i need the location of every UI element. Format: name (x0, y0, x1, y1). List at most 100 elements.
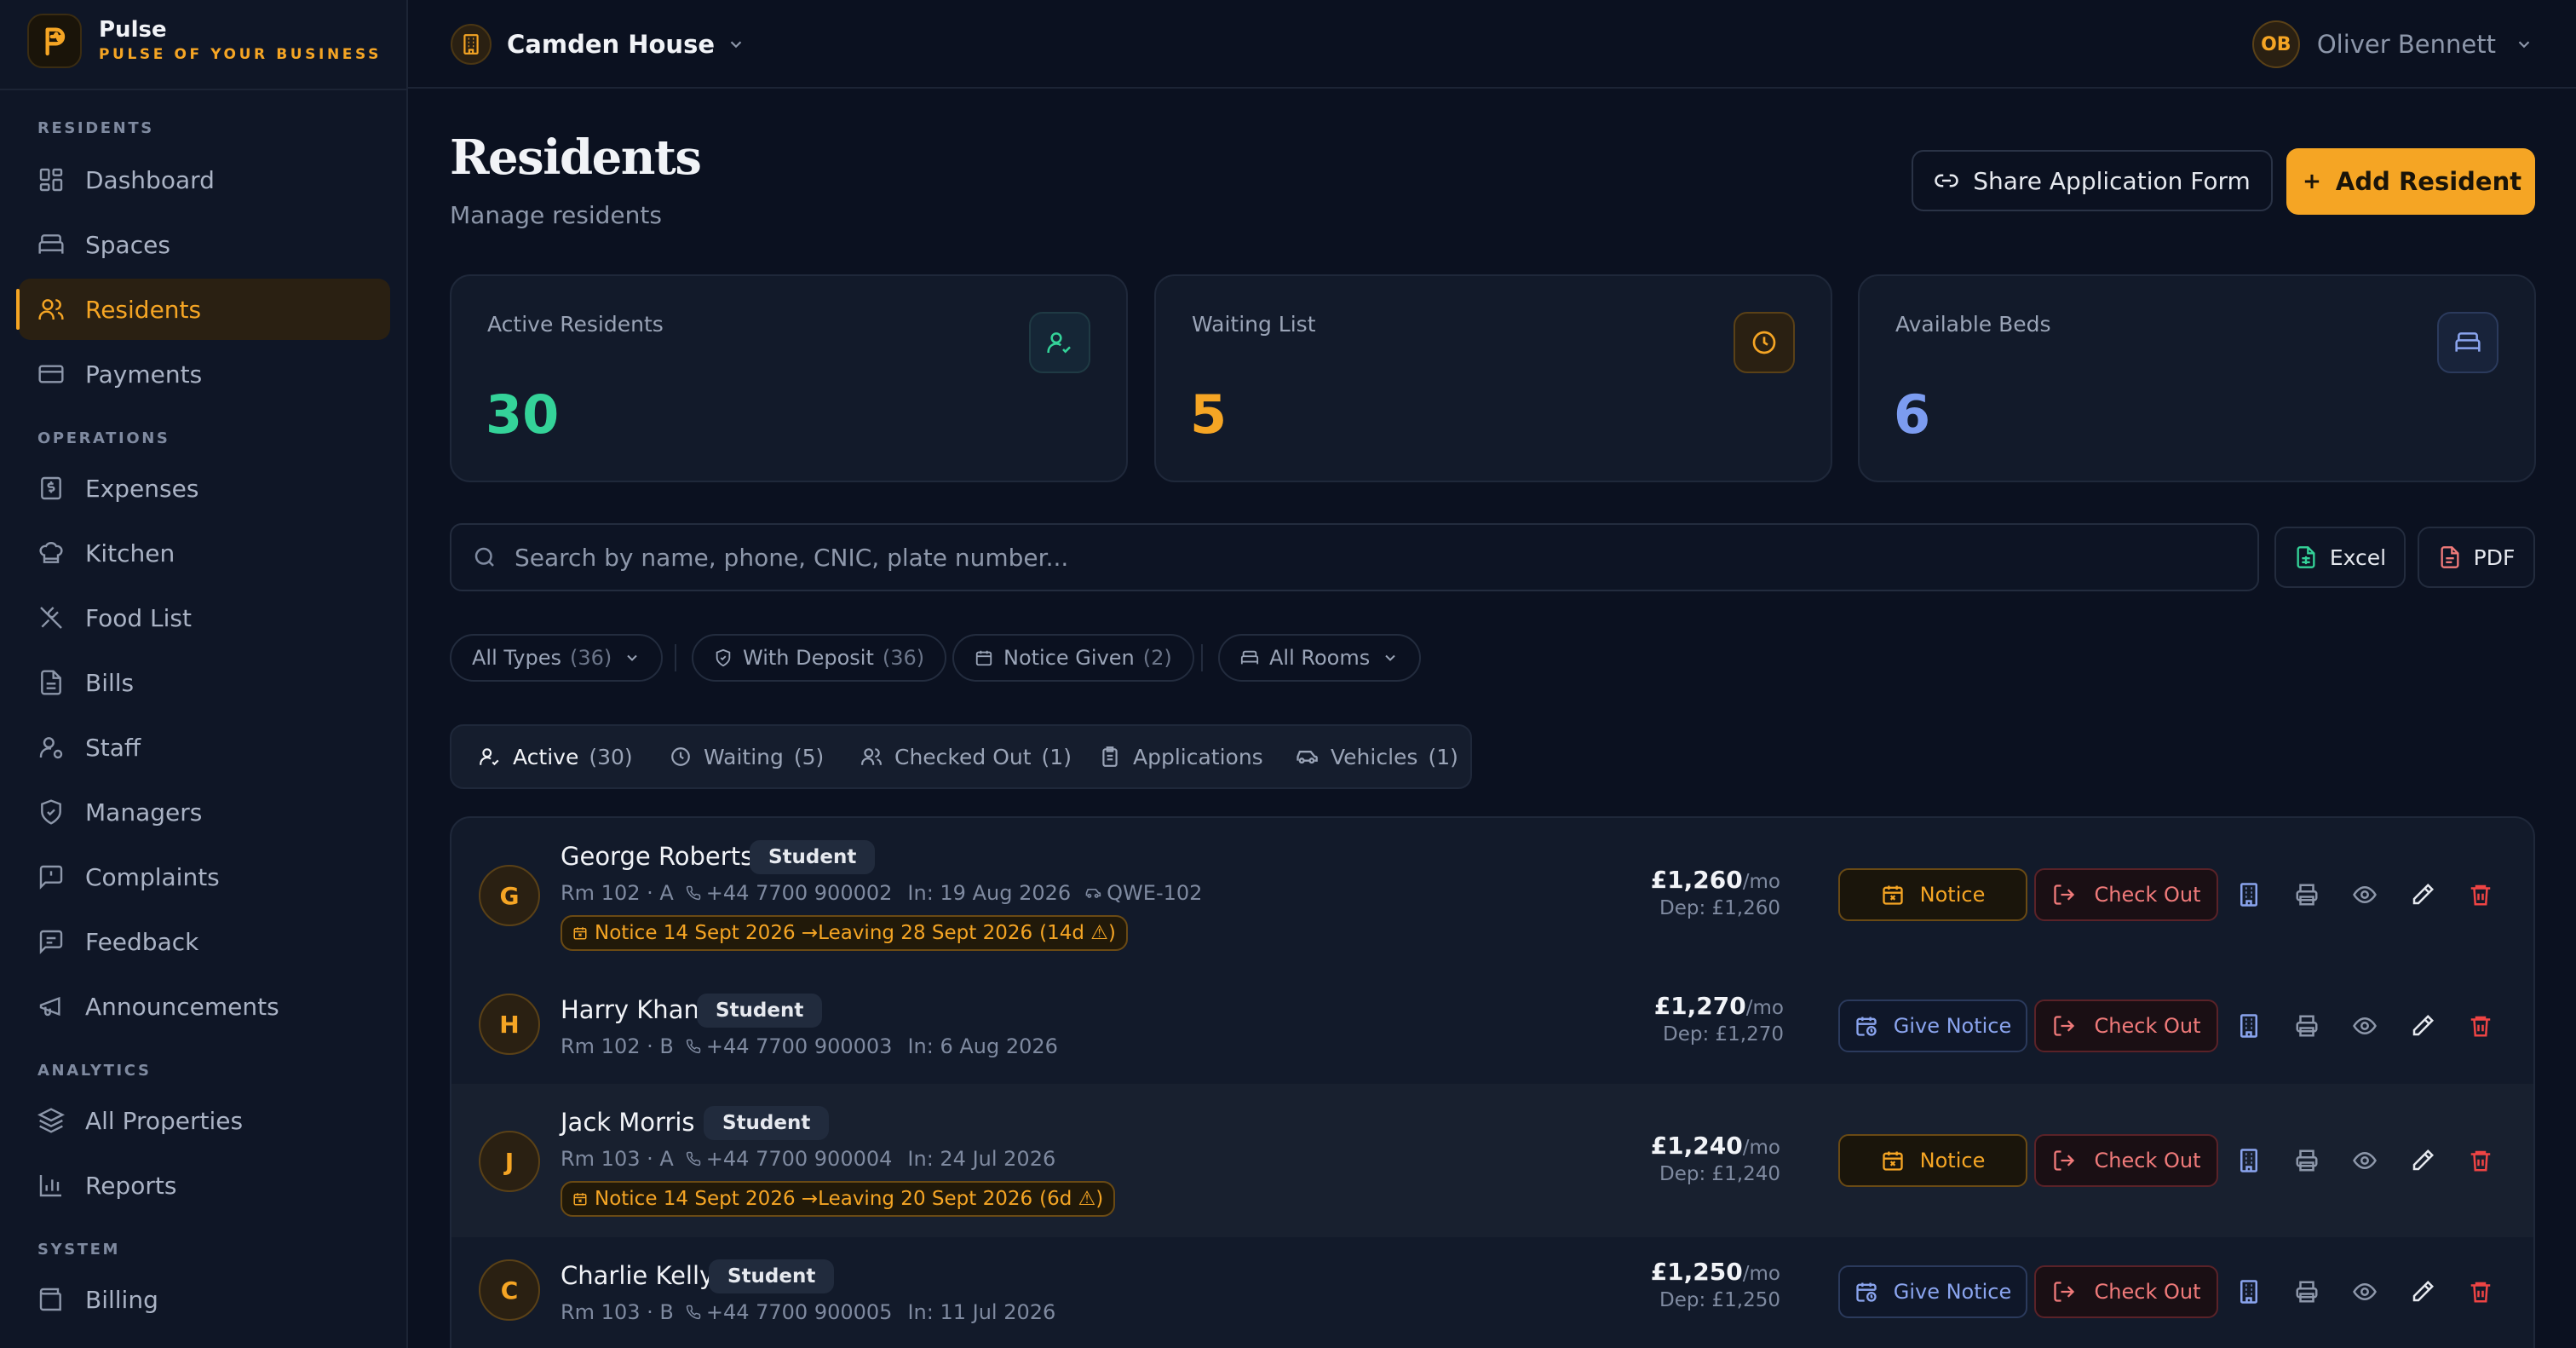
export-excel-button[interactable]: Excel (2274, 527, 2406, 588)
search-input[interactable] (515, 543, 2133, 572)
avatar: J (479, 1131, 540, 1192)
stat-card-active-residents: Active Residents 30 (450, 274, 1128, 482)
phone: +44 7700 900004 (705, 1147, 893, 1171)
share-application-form-button[interactable]: Share Application Form (1912, 150, 2273, 211)
filter-all-rooms[interactable]: All Rooms (1218, 634, 1422, 682)
edit-icon[interactable] (2406, 1143, 2440, 1178)
list-item[interactable]: C Charlie Kelly Student Rm 103 · B +44 7… (451, 1237, 2533, 1348)
print-icon[interactable] (2290, 1009, 2324, 1043)
edit-icon[interactable] (2406, 878, 2440, 912)
share-label: Share Application Form (1973, 166, 2251, 195)
building-icon[interactable] (2232, 1009, 2266, 1043)
sidebar-item-complaints[interactable]: Complaints (19, 846, 390, 907)
building-icon[interactable] (2232, 1275, 2266, 1309)
sidebar-item-payments[interactable]: Payments (19, 343, 390, 405)
check-out-button[interactable]: Check Out (2034, 1265, 2218, 1318)
notice-button[interactable]: Notice (1838, 868, 2027, 921)
check-in-date: In: 11 Jul 2026 (907, 1300, 1056, 1324)
building-icon[interactable] (2232, 1143, 2266, 1178)
delete-icon[interactable] (2464, 878, 2498, 912)
rent-block: £1,270/mo Dep: £1,270 (1654, 992, 1784, 1046)
sidebar-item-label: Feedback (85, 927, 199, 956)
stat-value: 30 (486, 383, 560, 446)
notice-days: (14d ⚠) (1039, 922, 1116, 944)
car-icon (1297, 751, 1318, 764)
user-menu[interactable]: OB Oliver Bennett (2251, 20, 2533, 68)
sidebar-item-expenses[interactable]: Expenses (19, 458, 390, 519)
filter-count: (36) (882, 646, 925, 670)
receipt-icon (41, 476, 61, 500)
sidebar-item-label: Payments (85, 360, 203, 389)
brand[interactable]: Pulse PULSE OF YOUR BUSINESS (27, 14, 382, 68)
sidebar-item-spaces[interactable]: Spaces (19, 214, 390, 275)
pdf-file-icon (2441, 546, 2459, 568)
tab-vehicles[interactable]: Vehicles (1) (1295, 726, 1458, 787)
resident-name[interactable]: George Roberts (561, 842, 753, 871)
tab-active[interactable]: Active (30) (479, 726, 633, 787)
check-out-button[interactable]: Check Out (2034, 999, 2218, 1052)
tab-count: (5) (793, 744, 825, 769)
sidebar-item-all-properties[interactable]: All Properties (19, 1090, 390, 1151)
building-icon[interactable] (2232, 878, 2266, 912)
tab-waiting[interactable]: Waiting (5) (670, 726, 824, 787)
sidebar-item-kitchen[interactable]: Kitchen (19, 522, 390, 584)
calendar-x-icon (1882, 885, 1903, 905)
sidebar-item-label: Staff (85, 733, 141, 762)
sidebar-item-reports[interactable]: Reports (19, 1155, 390, 1216)
delete-icon[interactable] (2464, 1275, 2498, 1309)
give-notice-button[interactable]: Give Notice (1838, 999, 2027, 1052)
delete-icon[interactable] (2464, 1009, 2498, 1043)
check-out-button[interactable]: Check Out (2034, 1134, 2218, 1187)
filter-all-types[interactable]: All Types (36) (450, 634, 664, 682)
dashboard-icon (39, 168, 63, 192)
sidebar-item-bills[interactable]: Bills (19, 652, 390, 713)
notice-text: Notice 14 Sept 2026 →Leaving 28 Sept 202… (595, 922, 1033, 944)
eye-icon[interactable] (2348, 878, 2382, 912)
resident-name[interactable]: Jack Morris (561, 1108, 695, 1137)
eye-icon[interactable] (2348, 1143, 2382, 1178)
tab-applications[interactable]: Applications (1099, 726, 1263, 787)
edit-icon[interactable] (2406, 1275, 2440, 1309)
room: Rm 103 · B (561, 1300, 674, 1324)
sidebar-item-feedback[interactable]: Feedback (19, 911, 390, 972)
property-switcher[interactable]: Camden House (451, 20, 745, 68)
avatar: G (479, 865, 540, 926)
sidebar-item-residents[interactable]: Residents (16, 279, 390, 340)
sidebar-item-label: Complaints (85, 862, 220, 891)
check-out-button[interactable]: Check Out (2034, 868, 2218, 921)
eye-icon[interactable] (2348, 1275, 2382, 1309)
edit-icon[interactable] (2406, 1009, 2440, 1043)
eye-icon[interactable] (2348, 1009, 2382, 1043)
user-check-icon (480, 748, 499, 766)
list-item[interactable]: J Jack Morris Student Rm 103 · A +44 770… (451, 1084, 2533, 1237)
add-resident-button[interactable]: Add Resident (2286, 148, 2535, 215)
notice-button-label: Notice (1919, 1149, 1986, 1172)
file-icon (41, 670, 61, 695)
chevron-down-icon (1385, 654, 1395, 661)
deposit: Dep: £1,260 (1659, 897, 1780, 919)
delete-icon[interactable] (2464, 1143, 2498, 1178)
room: Rm 102 · B (561, 1034, 674, 1058)
list-item[interactable]: H Harry Khan Student Rm 102 · B +44 7700… (451, 971, 2533, 1084)
print-icon[interactable] (2290, 878, 2324, 912)
filter-notice-given[interactable]: Notice Given (2) (952, 634, 1194, 682)
rent-block: £1,260/mo Dep: £1,260 (1651, 866, 1780, 919)
resident-name[interactable]: Harry Khan (561, 995, 699, 1024)
sidebar-item-dashboard[interactable]: Dashboard (19, 149, 390, 210)
sidebar-item-announcements[interactable]: Announcements (19, 976, 390, 1037)
list-item[interactable]: G George Roberts Student Rm 102 · A +44 … (451, 818, 2533, 971)
filter-with-deposit[interactable]: With Deposit (36) (692, 634, 947, 682)
export-pdf-button[interactable]: PDF (2418, 527, 2535, 588)
sidebar-item-managers[interactable]: Managers (19, 781, 390, 843)
resident-name[interactable]: Charlie Kelly (561, 1261, 714, 1290)
notice-button[interactable]: Notice (1838, 1134, 2027, 1187)
print-icon[interactable] (2290, 1143, 2324, 1178)
sidebar-item-food-list[interactable]: Food List (19, 587, 390, 648)
give-notice-button[interactable]: Give Notice (1838, 1265, 2027, 1318)
divider (0, 89, 408, 90)
print-icon[interactable] (2290, 1275, 2324, 1309)
sidebar-item-label: Managers (85, 798, 203, 827)
tab-checked-out[interactable]: Checked Out (1) (860, 726, 1072, 787)
sidebar-item-billing[interactable]: Billing (19, 1269, 390, 1330)
sidebar-item-staff[interactable]: Staff (19, 717, 390, 778)
